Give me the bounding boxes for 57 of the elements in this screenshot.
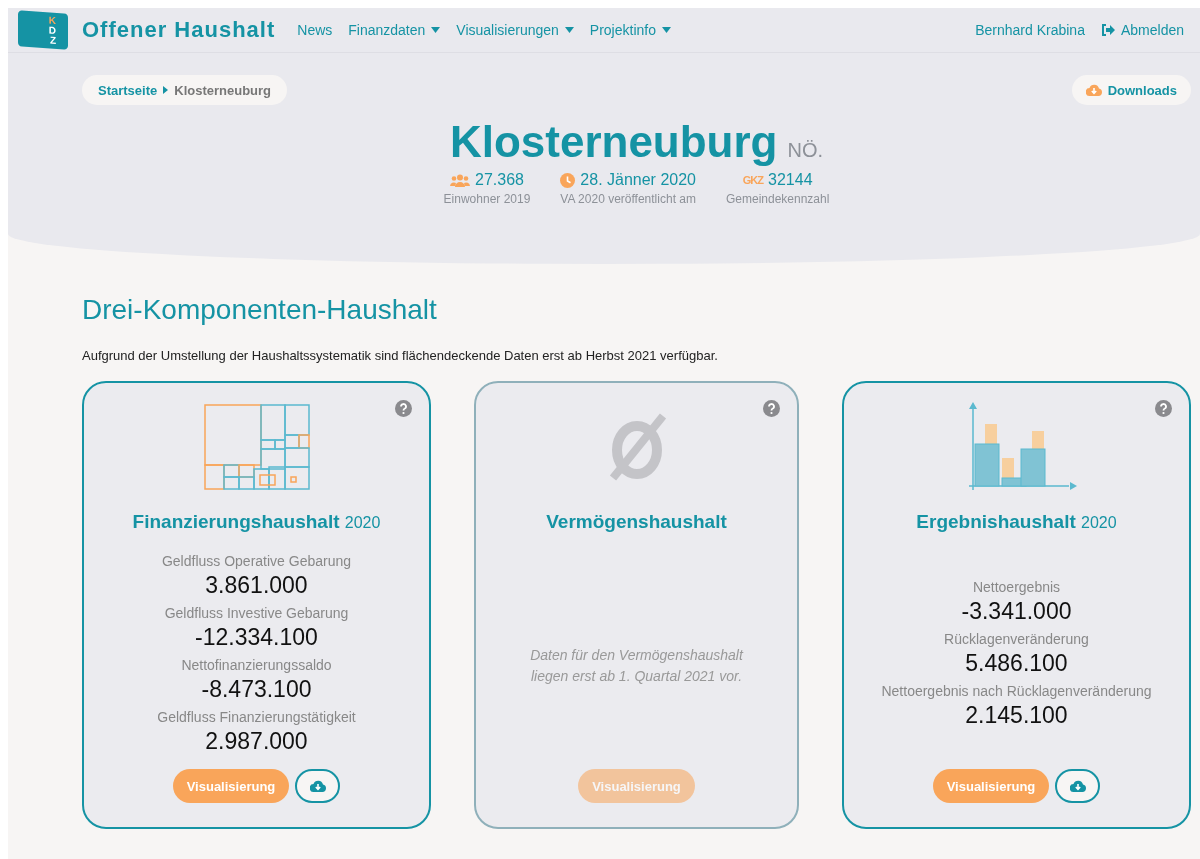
metric-label: Nettofinanzierungssaldo	[181, 657, 332, 673]
metric-label: Nettoergebnis nach Rücklagenveränderung	[881, 683, 1152, 699]
logo[interactable]: K D Z	[18, 10, 68, 50]
metric-value: -8.473.100	[201, 676, 312, 703]
section-heading: Drei-Komponenten-Haushalt	[82, 294, 438, 326]
caret-icon	[662, 27, 671, 33]
stat-value: 32144	[768, 171, 813, 189]
visualization-button[interactable]: Visualisierung	[172, 769, 290, 803]
stat-caption: Einwohner 2019	[443, 192, 531, 206]
card-title: Vermögenshaushalt	[546, 511, 727, 533]
site-title[interactable]: Offener Haushalt	[82, 17, 276, 43]
metric-value: -3.341.000	[961, 598, 1072, 625]
card-title: Finanzierungshaushalt 2020	[132, 511, 381, 533]
download-button[interactable]	[295, 769, 341, 803]
section-note: Aufgrund der Umstellung der Haushaltssystematik sind flächendeckende Daten erst ab Herbst 2021 verfügbar.	[82, 348, 719, 363]
metric-label: Geldfluss Operative Gebarung	[161, 553, 352, 569]
caret-icon	[431, 27, 441, 33]
clock-icon	[560, 172, 576, 188]
metric-value: 2.145.100	[965, 702, 1068, 729]
stat-value: 28. Jänner 2020	[580, 171, 696, 189]
metric-value: 5.486.100	[965, 650, 1068, 677]
logout-link[interactable]: Abmelden	[1100, 22, 1184, 38]
municipality-name: Klosterneuburg	[449, 117, 778, 166]
nav-link[interactable]: News	[297, 22, 333, 38]
state-abbreviation: NÖ.	[787, 139, 824, 161]
metric-label: Geldfluss Investive Gebarung	[164, 605, 349, 621]
user-link[interactable]: Bernhard Krabina	[975, 22, 1085, 38]
card-title: Ergebnishaushalt 2020	[916, 511, 1117, 533]
chevron-icon	[163, 86, 169, 94]
people-icon	[450, 173, 470, 187]
metric-label: Nettoergebnis	[972, 579, 1061, 595]
unavailable-message: Daten für den Vermögenshaushalt liegen erst ab 1. Quartal 2021 vor.	[529, 646, 745, 686]
logout-icon	[1100, 24, 1115, 36]
metric-label: Geldfluss Finanzierungstätigkeit	[157, 709, 356, 725]
visualization-button[interactable]: Visualisierung	[932, 769, 1050, 803]
metric-value: -12.334.100	[195, 624, 318, 651]
gkz-label: GKZ	[742, 174, 764, 186]
help-icon[interactable]	[395, 400, 412, 417]
downloads-button[interactable]: Downloads	[1071, 75, 1191, 105]
stat-caption: Gemeindekennzahl	[726, 192, 830, 206]
metric-label: Rücklagenveränderung	[944, 631, 1089, 647]
treemap-icon	[203, 404, 310, 490]
nav-link[interactable]: Projektinfo	[589, 22, 671, 38]
nav-link[interactable]: Finanzdaten	[348, 22, 441, 38]
breadcrumb-item[interactable]: Startseite	[98, 82, 158, 98]
cloud-download-icon	[1069, 780, 1086, 792]
metric-value: 3.861.000	[205, 572, 308, 599]
cloud-download-icon	[1085, 84, 1102, 96]
metric-value: 2.987.000	[205, 728, 308, 755]
stat-caption: VA 2020 veröffentlicht am	[560, 192, 696, 206]
nav-link[interactable]: Visualisierungen	[456, 22, 574, 38]
caret-icon	[564, 27, 574, 33]
download-button[interactable]	[1055, 769, 1101, 803]
cloud-download-icon	[309, 780, 326, 792]
help-icon[interactable]	[1155, 400, 1172, 417]
breadcrumb-item[interactable]: Klosterneuburg	[174, 82, 272, 98]
stat-value: 27.368	[475, 171, 524, 189]
